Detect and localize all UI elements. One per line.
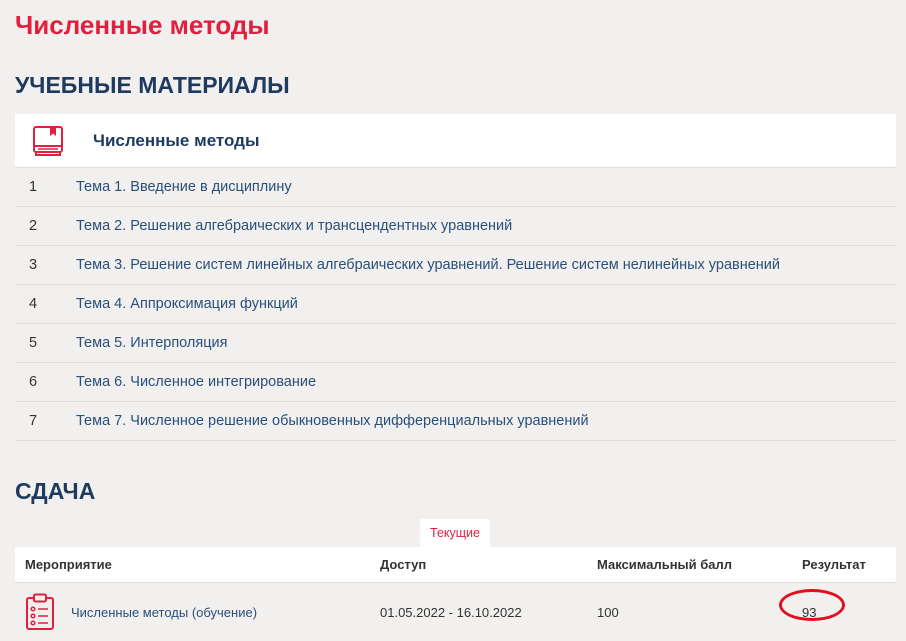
topic-number: 7 [29,413,38,429]
access-cell: 01.05.2022 - 16.10.2022 [380,604,522,620]
topic-link[interactable]: Тема 7. Численное решение обыкновенных д… [76,413,589,429]
column-header-event: Мероприятие [25,557,112,572]
column-header-max-score: Максимальный балл [597,557,733,572]
materials-header: Численные методы [15,114,896,168]
event-cell: Численные методы (обучение) [15,593,380,631]
column-header-access: Доступ [380,557,427,572]
book-icon [33,125,63,156]
topic-row: 1 Тема 1. Введение в дисциплину [15,168,896,207]
topic-link[interactable]: Тема 6. Численное интегрирование [76,374,316,390]
tab-current[interactable]: Текущие [420,519,490,547]
topic-row: 4 Тема 4. Аппроксимация функций [15,285,896,324]
topic-link[interactable]: Тема 3. Решение систем линейных алгебраи… [76,257,780,273]
topic-link[interactable]: Тема 5. Интерполяция [76,335,228,351]
topic-link[interactable]: Тема 1. Введение в дисциплину [76,179,292,195]
topic-number: 2 [29,218,38,234]
topic-number: 1 [29,179,38,195]
materials-section-title: УЧЕБНЫЕ МАТЕРИАЛЫ [15,72,290,98]
exams-section-title: СДАЧА [15,478,96,504]
topic-row: 7 Тема 7. Численное решение обыкновенных… [15,402,896,441]
annotation-circle [779,588,845,621]
topic-number: 4 [29,296,38,312]
column-header-result: Результат [802,557,866,572]
materials-header-label: Численные методы [93,130,260,150]
exams-table-header: Мероприятие Доступ Максимальный балл Рез… [15,547,896,583]
result-cell: 93 [779,588,896,621]
materials-list: Численные методы 1 Тема 1. Введение в ди… [15,114,896,441]
topic-row: 6 Тема 6. Численное интегрирование [15,363,896,402]
course-title: Численные методы [15,10,270,40]
event-link[interactable]: Численные методы (обучение) [71,605,257,620]
topic-row: 2 Тема 2. Решение алгебраических и транс… [15,207,896,246]
exams-table: Мероприятие Доступ Максимальный балл Рез… [15,547,896,641]
table-row: Численные методы (обучение) 01.05.2022 -… [15,583,896,641]
topic-number: 3 [29,257,38,273]
topic-link[interactable]: Тема 4. Аппроксимация функций [76,296,298,312]
topic-number: 5 [29,335,38,351]
topic-row: 5 Тема 5. Интерполяция [15,324,896,363]
topic-number: 6 [29,374,38,390]
topic-link[interactable]: Тема 2. Решение алгебраических и трансце… [76,218,512,234]
max-score-cell: 100 [597,604,619,620]
clipboard-icon [26,593,54,630]
topic-row: 3 Тема 3. Решение систем линейных алгебр… [15,246,896,285]
